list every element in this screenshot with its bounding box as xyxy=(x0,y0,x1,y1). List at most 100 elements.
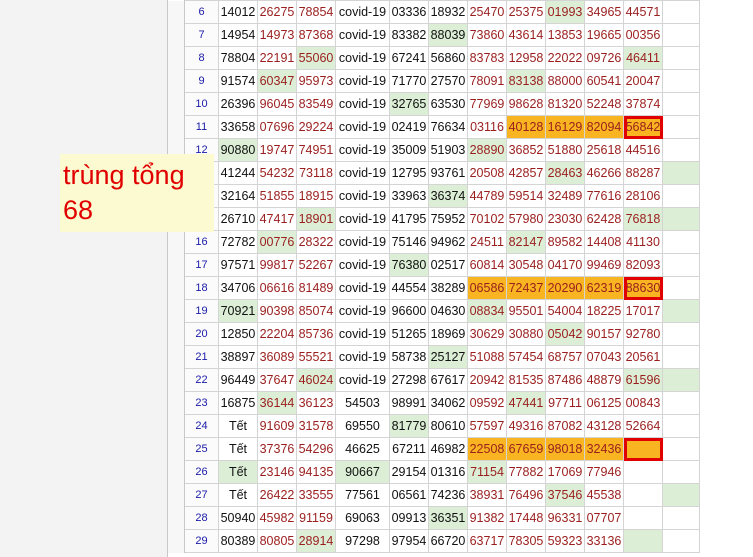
covid-cell[interactable]: 69550 xyxy=(335,414,390,438)
number-cell[interactable]: 18915 xyxy=(296,184,336,208)
row-number[interactable]: 9 xyxy=(184,69,219,93)
number-cell[interactable]: 51855 xyxy=(257,184,297,208)
number-cell[interactable]: 34965 xyxy=(584,0,624,24)
number-cell[interactable]: 54296 xyxy=(296,437,336,461)
number-cell[interactable]: 67241 xyxy=(389,46,429,70)
number-cell[interactable]: 60814 xyxy=(467,253,507,277)
number-cell[interactable]: 68757 xyxy=(545,345,585,369)
number-cell[interactable]: 57597 xyxy=(467,414,507,438)
covid-cell[interactable]: covid-19 xyxy=(335,0,390,24)
number-cell[interactable]: 19665 xyxy=(584,23,624,47)
row-number[interactable]: 21 xyxy=(184,345,219,369)
empty-cell[interactable] xyxy=(662,345,700,369)
number-cell[interactable]: 07043 xyxy=(584,345,624,369)
number-cell[interactable]: 62319 xyxy=(584,276,624,300)
number-cell[interactable]: 76380 xyxy=(389,253,429,277)
number-cell[interactable]: 37874 xyxy=(623,92,663,116)
empty-cell[interactable] xyxy=(662,184,700,208)
number-cell[interactable]: 77946 xyxy=(584,460,624,484)
number-cell[interactable]: 16875 xyxy=(218,391,258,415)
number-cell[interactable]: 71154 xyxy=(467,460,507,484)
number-cell[interactable]: 48879 xyxy=(584,368,624,392)
number-cell[interactable]: 99469 xyxy=(584,253,624,277)
empty-cell[interactable] xyxy=(662,69,700,93)
number-cell[interactable]: 20047 xyxy=(623,69,663,93)
number-cell[interactable]: 09726 xyxy=(584,46,624,70)
number-cell[interactable]: 17069 xyxy=(545,460,585,484)
number-cell[interactable]: 04630 xyxy=(428,299,468,323)
number-cell[interactable]: 36852 xyxy=(506,138,546,162)
number-cell[interactable]: 98628 xyxy=(506,92,546,116)
number-cell[interactable]: Tết xyxy=(218,437,258,461)
number-cell[interactable]: 44554 xyxy=(389,276,429,300)
number-cell[interactable]: 38289 xyxy=(428,276,468,300)
number-cell[interactable]: 51088 xyxy=(467,345,507,369)
number-cell[interactable]: 23146 xyxy=(257,460,297,484)
number-cell[interactable]: 83549 xyxy=(296,92,336,116)
number-cell[interactable]: 71770 xyxy=(389,69,429,93)
number-cell[interactable]: 14973 xyxy=(257,23,297,47)
number-cell[interactable]: 55521 xyxy=(296,345,336,369)
covid-cell[interactable]: covid-19 xyxy=(335,161,390,185)
row-number[interactable]: 18 xyxy=(184,276,219,300)
covid-cell[interactable]: covid-19 xyxy=(335,345,390,369)
number-cell[interactable]: 30880 xyxy=(506,322,546,346)
number-cell[interactable]: 76818 xyxy=(623,207,663,231)
number-cell[interactable]: 72782 xyxy=(218,230,258,254)
number-cell[interactable]: 25375 xyxy=(506,0,546,24)
number-cell[interactable]: 06616 xyxy=(257,276,297,300)
number-cell[interactable]: 88000 xyxy=(545,69,585,93)
number-cell[interactable]: 28322 xyxy=(296,230,336,254)
number-cell[interactable]: 75146 xyxy=(389,230,429,254)
row-number[interactable]: 17 xyxy=(184,253,219,277)
number-cell[interactable]: 33963 xyxy=(389,184,429,208)
number-cell[interactable]: 28463 xyxy=(545,161,585,185)
covid-cell[interactable]: 54503 xyxy=(335,391,390,415)
number-cell[interactable]: 36089 xyxy=(257,345,297,369)
number-cell[interactable]: 63530 xyxy=(428,92,468,116)
empty-cell[interactable] xyxy=(662,92,700,116)
number-cell[interactable]: 73860 xyxy=(467,23,507,47)
number-cell[interactable]: 83783 xyxy=(467,46,507,70)
number-cell[interactable]: 17017 xyxy=(623,299,663,323)
number-cell[interactable]: 76496 xyxy=(506,483,546,507)
number-cell[interactable]: 06125 xyxy=(584,391,624,415)
covid-cell[interactable]: covid-19 xyxy=(335,207,390,231)
number-cell[interactable]: 77969 xyxy=(467,92,507,116)
number-cell[interactable]: 85736 xyxy=(296,322,336,346)
number-cell[interactable]: 67659 xyxy=(506,437,546,461)
number-cell[interactable]: 33136 xyxy=(584,529,624,553)
number-cell[interactable]: 44571 xyxy=(623,0,663,24)
number-cell[interactable]: 60347 xyxy=(257,69,297,93)
number-cell[interactable]: 80610 xyxy=(428,414,468,438)
number-cell[interactable]: 13853 xyxy=(545,23,585,47)
number-cell[interactable]: 81779 xyxy=(389,414,429,438)
number-cell[interactable]: 20508 xyxy=(467,161,507,185)
number-cell[interactable]: 22191 xyxy=(257,46,297,70)
row-number[interactable]: 24 xyxy=(184,414,219,438)
number-cell[interactable]: 88287 xyxy=(623,161,663,185)
empty-cell[interactable] xyxy=(662,529,700,553)
number-cell[interactable]: 37546 xyxy=(545,483,585,507)
number-cell[interactable]: 22508 xyxy=(467,437,507,461)
number-cell[interactable]: 57454 xyxy=(506,345,546,369)
number-cell[interactable]: 89582 xyxy=(545,230,585,254)
number-cell[interactable]: 23030 xyxy=(545,207,585,231)
number-cell[interactable]: 77616 xyxy=(584,184,624,208)
number-cell[interactable]: 91574 xyxy=(218,69,258,93)
number-cell[interactable]: 52267 xyxy=(296,253,336,277)
covid-cell[interactable]: covid-19 xyxy=(335,184,390,208)
number-cell[interactable]: 93761 xyxy=(428,161,468,185)
number-cell[interactable]: 60541 xyxy=(584,69,624,93)
covid-cell[interactable]: 46625 xyxy=(335,437,390,461)
covid-cell[interactable]: 77561 xyxy=(335,483,390,507)
number-cell[interactable]: 54004 xyxy=(545,299,585,323)
empty-cell[interactable] xyxy=(662,506,700,530)
number-cell[interactable]: 25470 xyxy=(467,0,507,24)
number-cell[interactable]: Tết xyxy=(218,483,258,507)
number-cell[interactable]: 18901 xyxy=(296,207,336,231)
covid-cell[interactable]: covid-19 xyxy=(335,138,390,162)
covid-cell[interactable]: covid-19 xyxy=(335,253,390,277)
number-cell[interactable]: 67211 xyxy=(389,437,429,461)
number-cell[interactable]: 01993 xyxy=(545,0,585,24)
